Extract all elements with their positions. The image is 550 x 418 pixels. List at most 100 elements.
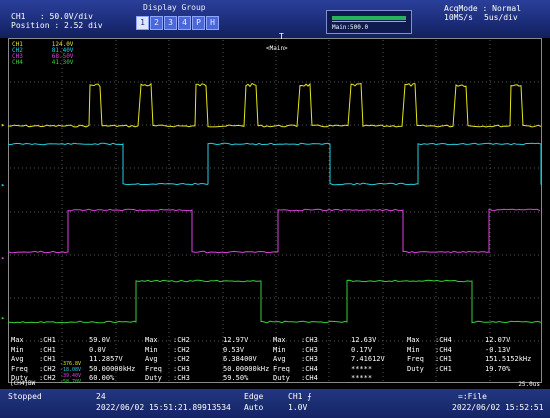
- acq-mode-readout: AcqMode : Normal: [444, 4, 522, 13]
- main-zoom-indicator: Main:500.0: [326, 10, 412, 34]
- file-button[interactable]: =:File: [458, 392, 487, 401]
- measurement-value: 50.00000kHz: [89, 364, 136, 373]
- measurement-value: *****: [351, 364, 373, 373]
- oscilloscope-screen: CH1 : 50.0V/div Position : 2.52 div Disp…: [0, 0, 550, 418]
- measurement-source: :CH1: [39, 355, 56, 363]
- measurement-value: *****: [351, 374, 373, 382]
- zoom-range-bar: [332, 16, 406, 20]
- ch1-ground-marker[interactable]: ▸: [1, 121, 5, 129]
- rising-edge-icon: ⨍: [307, 392, 312, 401]
- ch3-ground-marker[interactable]: ▸: [1, 254, 5, 262]
- acquisition-count: 24: [96, 392, 106, 401]
- measurement-value: 60.00%: [89, 374, 115, 382]
- ch1-scale-readout: CH1 : 50.0V/div: [11, 12, 93, 21]
- waveform-display[interactable]: CH1 124.0V CH2 81.40V CH3 68.50V CH4 41.…: [1, 32, 542, 388]
- trigger-position-marker[interactable]: T: [279, 32, 284, 41]
- measurement-type: Freq: [407, 355, 424, 363]
- measurement-source: :CH4: [301, 374, 318, 382]
- measurement-value: 12.97V: [223, 336, 249, 344]
- measurement-value: 0.17V: [351, 345, 373, 354]
- measurement-type: Min: [145, 345, 158, 354]
- measurement-type: Avg: [273, 355, 286, 363]
- measurement-type: Duty: [407, 364, 424, 373]
- bandwidth-label: [CH4]BW: [10, 380, 36, 387]
- legend-ch4-value: 41.30V: [51, 59, 74, 66]
- measurement-value: 50.00000kHz: [223, 364, 270, 373]
- measurement-source: :CH2: [173, 336, 190, 344]
- display-group-tab-1[interactable]: 1: [136, 16, 149, 30]
- display-group-tab-p[interactable]: P: [192, 16, 205, 30]
- measurement-value: 12.07V: [485, 336, 511, 344]
- bottom-status-bar: Stopped 24 2022/06/02 15:51:21.89913534 …: [0, 389, 550, 418]
- measurement-value: 7.41612V: [351, 355, 385, 363]
- measurement-value: 59.50%: [223, 374, 249, 382]
- measurement-type: Freq: [11, 364, 28, 373]
- trigger-channel: CH1: [288, 392, 303, 401]
- display-group-tab-3[interactable]: 3: [164, 16, 177, 30]
- measurement-source: :CH4: [435, 336, 452, 344]
- current-datetime: 2022/06/02 15:52:51: [452, 403, 544, 412]
- measurement-source: :CH3: [301, 345, 318, 354]
- measurement-type: Duty: [273, 374, 290, 382]
- measurement-value: 59.0V: [89, 336, 111, 344]
- measurement-source: :CH1: [39, 336, 56, 344]
- measurement-value: 0.0V: [89, 345, 106, 354]
- trigger-level[interactable]: 1.0V: [288, 403, 307, 412]
- measurement-source: :CH2: [39, 374, 56, 382]
- measurement-type: Min: [11, 345, 24, 354]
- measurement-type: Duty: [145, 374, 162, 382]
- measurement-type: Min: [407, 345, 420, 354]
- measurement-source: :CH1: [435, 364, 452, 373]
- measurement-value: 19.70%: [485, 364, 511, 373]
- measurement-type: Max: [11, 336, 24, 344]
- position-readout: Position : 2.52 div: [11, 21, 103, 30]
- top-status-bar: CH1 : 50.0V/div Position : 2.52 div Disp…: [0, 0, 550, 38]
- main-zoom-label: Main:500.0: [332, 24, 369, 31]
- main-window-marker: <Main>: [266, 45, 288, 52]
- measurement-type: Max: [407, 336, 420, 344]
- measurement-value: 12.63V: [351, 336, 377, 344]
- measurement-value: 6.38400V: [223, 355, 257, 363]
- record-length-label: 25.0us: [518, 381, 540, 388]
- zoom-range-line: [332, 21, 406, 22]
- timebase-readout: 5us/div: [484, 13, 518, 22]
- measurement-type: Freq: [273, 364, 290, 373]
- measurement-source: :CH4: [301, 364, 318, 373]
- measurement-source: :CH3: [173, 364, 190, 373]
- acquisition-timestamp: 2022/06/02 15:51:21.89913534: [96, 403, 231, 412]
- display-group-tabs: 1 2 3 4 P H: [136, 16, 220, 30]
- ch2-ground-marker[interactable]: ▸: [1, 181, 5, 189]
- graticule-border: [8, 38, 542, 383]
- measurement-value: -0.13V: [485, 345, 511, 354]
- measurement-type: Min: [273, 345, 286, 354]
- run-state[interactable]: Stopped: [8, 392, 42, 401]
- trigger-type[interactable]: Edge: [244, 392, 263, 401]
- measurement-type: Max: [145, 336, 158, 344]
- measurement-type: Avg: [11, 355, 24, 363]
- display-group-tab-4[interactable]: 4: [178, 16, 191, 30]
- measurement-source: :CH1: [435, 355, 452, 363]
- measurement-source: :CH3: [173, 374, 190, 382]
- display-group-tab-2[interactable]: 2: [150, 16, 163, 30]
- measurement-type: Max: [273, 336, 286, 344]
- legend-ch4-name: CH4: [12, 59, 23, 66]
- measurement-type: Avg: [145, 355, 158, 363]
- legend-ch4: CH4 41.30V: [12, 60, 73, 66]
- measurement-source: :CH2: [173, 355, 190, 363]
- measurement-value: 151.5152kHz: [485, 355, 532, 363]
- display-group-tab-h[interactable]: H: [206, 16, 219, 30]
- measurement-source: :CH3: [301, 336, 318, 344]
- measurement-value: 0.53V: [223, 345, 245, 354]
- sample-rate-readout: 10MS/s: [444, 13, 473, 22]
- measurement-value: 11.2857V: [89, 355, 123, 363]
- ch4-ground-marker[interactable]: ▸: [1, 314, 5, 322]
- measurement-source: :CH1: [39, 345, 56, 354]
- measurement-type: Freq: [145, 364, 162, 373]
- trigger-mode[interactable]: Auto: [244, 403, 263, 412]
- display-group-title: Display Group: [143, 3, 206, 12]
- measurement-source: :CH2: [173, 345, 190, 354]
- measurement-source: :CH4: [435, 345, 452, 354]
- trigger-source[interactable]: CH1 ⨍: [288, 392, 311, 401]
- overlay-ch4-offset: -58.70V: [60, 379, 82, 385]
- measurement-source: :CH3: [301, 355, 318, 363]
